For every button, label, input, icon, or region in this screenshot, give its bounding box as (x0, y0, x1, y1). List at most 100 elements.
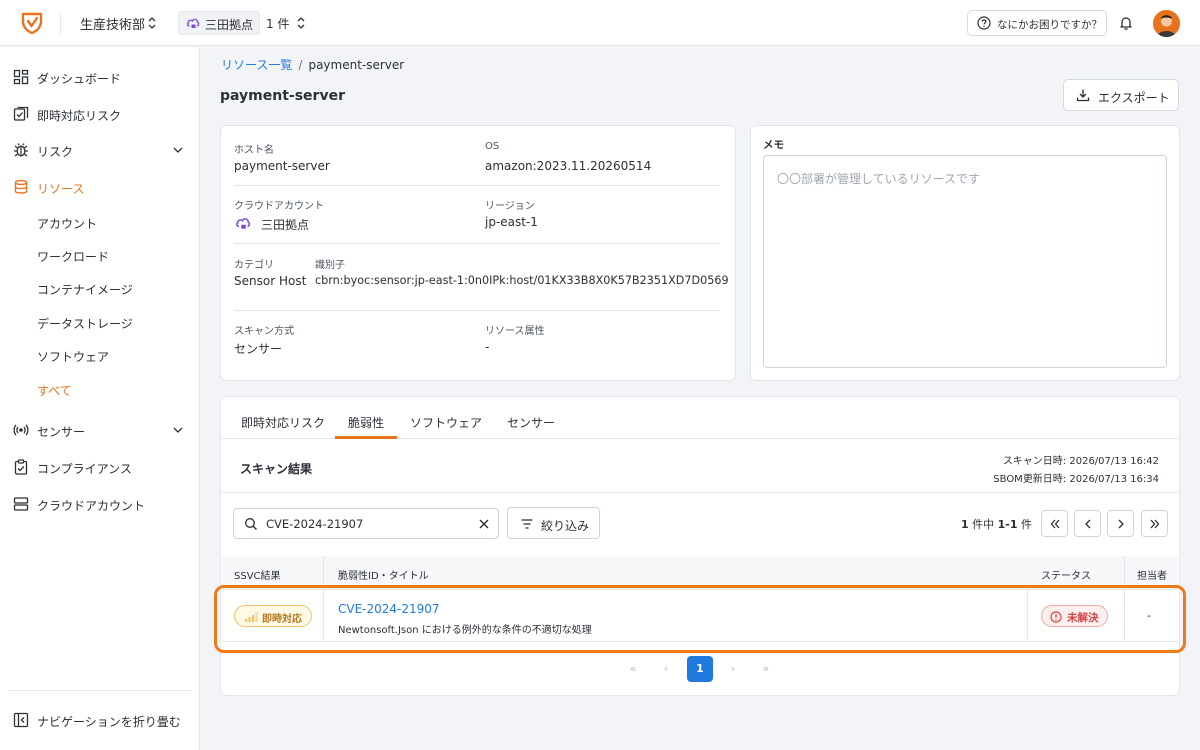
pager-next[interactable]: › (721, 657, 745, 681)
pager-first[interactable]: « (621, 657, 645, 681)
next-page-button[interactable] (1107, 510, 1134, 537)
export-button[interactable]: エクスポート (1063, 79, 1179, 111)
category-value: Sensor Host (234, 274, 307, 288)
column-header-ssvc[interactable]: SSVC結果 (234, 567, 281, 582)
memo-textarea[interactable] (763, 155, 1167, 368)
host-value: payment-server (234, 159, 330, 173)
updown-chevron-icon[interactable] (296, 16, 306, 30)
tab-bar: 即時対応リスク 脆弱性 ソフトウェア センサー (221, 396, 1179, 439)
tab-vulnerabilities[interactable]: 脆弱性 (348, 414, 384, 431)
clear-icon[interactable] (478, 518, 490, 530)
clipboard-check-icon (14, 459, 28, 475)
column-divider (1124, 590, 1125, 642)
nav-resources[interactable]: リソース (0, 172, 200, 202)
sub-nav-accounts[interactable]: アカウント (37, 215, 97, 232)
table-header: SSVC結果 脆弱性ID・タイトル ステータス 担当者 (222, 556, 1178, 590)
search-field[interactable] (233, 508, 499, 539)
column-divider (323, 556, 324, 590)
nav-label: リソース (37, 182, 85, 196)
pager-last[interactable]: » (754, 657, 778, 681)
page-title: payment-server (220, 88, 345, 104)
resource-attr-value: - (485, 340, 490, 354)
cloud-account-value[interactable]: 三田拠点 (261, 216, 309, 233)
nav-urgent-risk[interactable]: 即時対応リスク (0, 99, 200, 129)
chevron-left-icon (1085, 519, 1091, 529)
breadcrumb-resources-link[interactable]: リソース一覧 (221, 58, 292, 72)
alert-circle-icon (1050, 611, 1062, 623)
updown-chevron-icon[interactable] (147, 16, 157, 30)
region-label: リージョン (485, 201, 535, 212)
host-label: ホスト名 (234, 145, 274, 156)
info-divider (234, 243, 720, 244)
result-range-suffix: 件 (1017, 518, 1033, 531)
search-input[interactable] (266, 515, 466, 533)
tab-software[interactable]: ソフトウェア (410, 414, 482, 431)
status-label: 未解決 (1067, 612, 1099, 624)
nav-compliance[interactable]: コンプライアンス (0, 452, 200, 482)
nav-dashboard[interactable]: ダッシュボード (0, 62, 200, 92)
collapse-sidebar-icon (13, 712, 29, 728)
nav-cloud-accounts[interactable]: クラウドアカウント (0, 489, 200, 519)
user-avatar[interactable] (1153, 10, 1180, 37)
breadcrumb: リソース一覧 / payment-server (221, 56, 404, 73)
info-divider (234, 185, 720, 186)
details-card (220, 396, 1180, 696)
tab-sensors[interactable]: センサー (507, 414, 555, 431)
vuln-title: Newtonsoft.Json における例外的な条件の不適切な処理 (338, 625, 592, 636)
ssvc-badge: 即時対応 (234, 605, 312, 627)
filter-button[interactable]: 絞り込み (507, 507, 600, 539)
sub-nav-software[interactable]: ソフトウェア (37, 348, 109, 365)
collapse-navigation-button[interactable]: ナビゲーションを折り畳む (13, 711, 193, 731)
top-bar: 生産技術部 三田拠点 1 件 なにかお困りですか？ (0, 0, 1200, 46)
vuln-id-link[interactable]: CVE-2024-21907 (338, 602, 440, 616)
search-icon (245, 518, 257, 530)
memo-label: メモ (763, 139, 784, 151)
identifier-label: 識別子 (315, 260, 345, 271)
sidebar-divider (8, 690, 192, 691)
app-logo-icon[interactable] (20, 11, 44, 35)
bell-icon[interactable] (1118, 15, 1134, 31)
result-range: 1-1 (997, 518, 1018, 531)
sub-nav-all[interactable]: すべて (37, 382, 72, 399)
first-page-button[interactable] (1041, 510, 1068, 537)
os-value: amazon:2023.11.20260514 (485, 159, 652, 173)
location-chip[interactable]: 三田拠点 (178, 11, 260, 35)
column-header-status[interactable]: ステータス (1041, 567, 1091, 582)
chevron-down-icon[interactable] (172, 425, 184, 435)
nav-sensors[interactable]: センサー (0, 415, 200, 445)
column-divider (323, 590, 324, 642)
sub-nav-data-storage[interactable]: データストレージ (37, 315, 133, 332)
sidebar: ダッシュボード 即時対応リスク リスク リソース アカウント ワークロード コン… (0, 47, 200, 750)
chevron-down-icon[interactable] (172, 145, 184, 155)
tab-urgent-risk[interactable]: 即時対応リスク (241, 414, 325, 431)
nav-label: 即時対応リスク (37, 109, 122, 123)
department-selector[interactable]: 生産技術部 (80, 14, 145, 33)
column-header-vuln[interactable]: 脆弱性ID・タイトル (338, 567, 429, 582)
last-page-button[interactable] (1141, 510, 1168, 537)
sub-nav-workloads[interactable]: ワークロード (37, 248, 109, 265)
ssvc-label: 即時対応 (262, 614, 302, 625)
question-circle-icon (977, 16, 991, 30)
prev-page-button[interactable] (1074, 510, 1101, 537)
status-badge[interactable]: 未解決 (1041, 605, 1108, 627)
section-divider (221, 492, 1179, 493)
column-divider (1027, 590, 1028, 642)
avatar-icon (1153, 10, 1180, 37)
column-header-assignee[interactable]: 担当者 (1137, 567, 1167, 582)
assignee-value[interactable]: - (1147, 609, 1151, 622)
nav-risk[interactable]: リスク (0, 135, 200, 165)
scan-method-value: センサー (234, 342, 283, 356)
cloud-lock-icon (186, 18, 200, 28)
chevrons-right-icon (1150, 519, 1160, 529)
nav-label: リスク (37, 145, 74, 159)
pager-prev[interactable]: ‹ (654, 657, 678, 681)
help-button[interactable]: なにかお困りですか？ (967, 10, 1107, 36)
region-value: jp-east-1 (485, 215, 538, 229)
sub-nav-container-images[interactable]: コンテナイメージ (37, 281, 133, 298)
table-row[interactable]: 即時対応 CVE-2024-21907 Newtonsoft.Json における… (222, 590, 1178, 642)
scan-date: スキャン日時: 2026/07/13 16:42 (1002, 456, 1159, 467)
pager-current-page[interactable]: 1 (687, 656, 713, 682)
download-icon (1076, 89, 1090, 102)
location-count: 1 件 (266, 17, 290, 31)
filter-label: 絞り込み (541, 519, 590, 533)
